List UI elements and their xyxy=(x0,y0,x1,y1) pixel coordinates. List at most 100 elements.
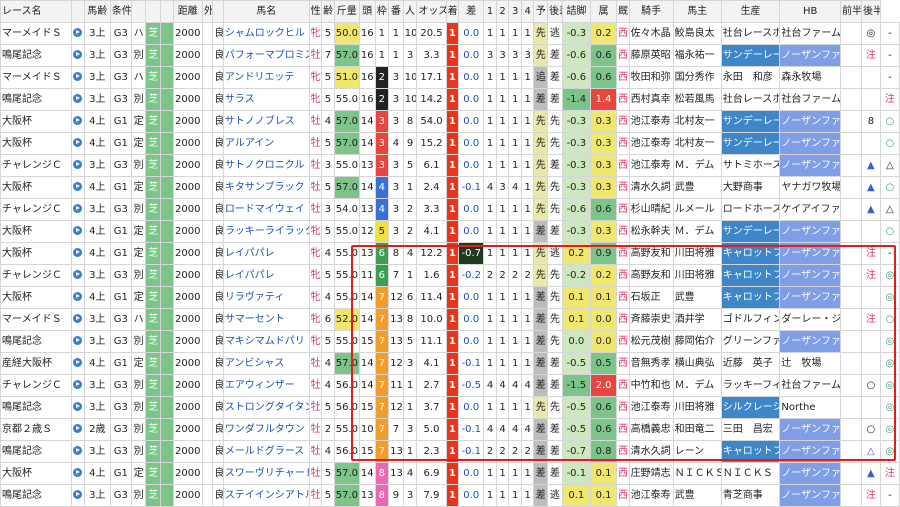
column-header[interactable]: オッズ xyxy=(416,0,447,23)
table-row[interactable]: 鳴尾記念3上G3別芝2000良ステイインシアトル牡557.0138937.910… xyxy=(0,484,900,507)
horse-name-link[interactable]: ロードマイウェイ xyxy=(222,198,310,221)
column-header[interactable]: 予 xyxy=(533,0,549,23)
column-header[interactable]: 外 xyxy=(201,0,214,23)
play-video-icon[interactable] xyxy=(73,50,83,59)
horse-name-link[interactable]: シャムロックヒル xyxy=(222,22,310,45)
horse-name-link[interactable]: レイパパレ xyxy=(222,264,310,287)
column-header[interactable]: 4 xyxy=(520,0,535,23)
horse-name-link[interactable]: スワーヴリチャード xyxy=(222,462,310,485)
table-row[interactable]: 鳴尾記念3上G3別芝2000良サラス牝555.016231014.210.011… xyxy=(0,88,900,111)
horse-name-link[interactable]: ワンダフルタウン xyxy=(222,418,310,441)
table-row[interactable]: チャレンジＣ3上G3別芝2000良ロードマイウェイ牡354.0134323.31… xyxy=(0,198,900,221)
horse-name-link[interactable]: エアウィンザー xyxy=(222,374,310,397)
column-header[interactable]: 馬主 xyxy=(672,0,722,23)
table-row[interactable]: 大阪杯4上G1定芝2000良リラヴァティ牝455.014712611.410.0… xyxy=(0,286,900,309)
table-cell[interactable] xyxy=(71,132,85,155)
column-header[interactable]: 3 xyxy=(508,0,522,23)
play-video-icon[interactable] xyxy=(73,380,83,389)
horse-name-link[interactable]: アンビシャス xyxy=(222,352,310,375)
play-video-icon[interactable] xyxy=(73,358,83,367)
horse-name-link[interactable]: ラッキーライラック xyxy=(222,220,310,243)
column-header[interactable]: 斤量 xyxy=(333,0,360,23)
column-header[interactable] xyxy=(130,0,147,23)
column-header[interactable]: 属 xyxy=(589,0,618,23)
column-header[interactable] xyxy=(71,0,85,23)
column-header[interactable]: 詰脚 xyxy=(561,0,591,23)
play-video-icon[interactable] xyxy=(73,182,83,191)
column-header[interactable]: 着 xyxy=(445,0,460,23)
table-row[interactable]: 大阪杯4上G1定芝2000良サトノノブレス牡457.01433854.010.0… xyxy=(0,110,900,133)
table-row[interactable]: マーメイドＳ 3上G3ハ芝 2000 良アンドリエッテ牝551.016231017.1… xyxy=(0,66,900,89)
table-cell[interactable] xyxy=(71,440,85,463)
table-row[interactable]: マーメイドＳ3上G3ハ芝2000良シャムロックヒル牝550.016111020.… xyxy=(0,22,900,45)
table-row[interactable]: 大阪杯4上G1定芝2000良スワーヴリチャード牡557.01481346.910… xyxy=(0,462,900,485)
play-video-icon[interactable] xyxy=(73,94,83,103)
play-video-icon[interactable] xyxy=(73,292,83,301)
column-header[interactable]: 齢 xyxy=(321,0,335,23)
table-cell[interactable] xyxy=(71,176,85,199)
column-header[interactable]: 厩舎 xyxy=(616,0,630,23)
play-video-icon[interactable] xyxy=(73,490,83,499)
horse-name-link[interactable]: アルアイン xyxy=(222,132,310,155)
horse-name-link[interactable]: レイパパレ xyxy=(222,242,310,265)
table-cell[interactable] xyxy=(71,330,85,353)
table-cell[interactable] xyxy=(71,22,85,45)
horse-name-link[interactable]: ストロングタイタン xyxy=(222,396,310,419)
play-video-icon[interactable] xyxy=(73,226,83,235)
table-row[interactable]: 鳴尾記念3上G3別芝2000良ストロングタイタン牡556.01571213.71… xyxy=(0,396,900,419)
table-row[interactable]: マーメイドＳ3上G3ハ芝2000良サマーセント牝652.014713810.01… xyxy=(0,308,900,331)
horse-name-link[interactable]: パフォーマプロミス xyxy=(222,44,310,67)
table-row[interactable]: 鳴尾記念3上G3別芝2000良パフォーマプロミス牡757.0161133.310… xyxy=(0,44,900,67)
play-video-icon[interactable] xyxy=(73,402,83,411)
horse-name-link[interactable]: サラス xyxy=(222,88,310,111)
table-cell[interactable] xyxy=(71,110,85,133)
table-cell[interactable] xyxy=(71,242,85,265)
table-cell[interactable] xyxy=(71,462,85,485)
horse-name-link[interactable]: メールドグラース xyxy=(222,440,310,463)
column-header[interactable]: 1 xyxy=(483,0,497,23)
column-header[interactable]: 2 xyxy=(495,0,510,23)
play-video-icon[interactable] xyxy=(73,72,83,81)
column-header[interactable]: HB xyxy=(779,0,842,23)
column-header[interactable] xyxy=(160,0,174,23)
play-video-icon[interactable] xyxy=(73,160,83,169)
table-row[interactable]: チャレンジＣ3上G3別芝2000良サトノクロニクル牡355.0133356.11… xyxy=(0,154,900,177)
table-row[interactable]: チャレンジＣ3上G3別芝2000良エアウィンザー牡456.01471112.71… xyxy=(0,374,900,397)
table-cell[interactable] xyxy=(71,352,85,375)
table-cell[interactable] xyxy=(71,484,85,507)
play-video-icon[interactable] xyxy=(73,446,83,455)
table-cell[interactable] xyxy=(71,264,85,287)
table-cell[interactable] xyxy=(71,66,85,89)
play-video-icon[interactable] xyxy=(73,468,83,477)
column-header[interactable]: 枠 xyxy=(374,0,390,23)
column-header[interactable]: 性 xyxy=(308,0,323,23)
play-video-icon[interactable] xyxy=(73,336,83,345)
column-header[interactable]: 距離 xyxy=(172,0,203,23)
column-header[interactable]: 差 xyxy=(458,0,485,23)
play-video-icon[interactable] xyxy=(73,116,83,125)
column-header[interactable]: 馬名 xyxy=(222,0,310,23)
table-cell[interactable] xyxy=(71,198,85,221)
table-cell[interactable] xyxy=(71,396,85,419)
play-video-icon[interactable] xyxy=(73,270,83,279)
play-video-icon[interactable] xyxy=(73,204,83,213)
column-header[interactable]: 馬齢 xyxy=(83,0,111,23)
table-cell[interactable] xyxy=(71,418,85,441)
horse-name-link[interactable]: サマーセント xyxy=(222,308,310,331)
play-video-icon[interactable] xyxy=(73,424,83,433)
table-row[interactable]: 産経大阪杯4上G1定芝2000良アンビシャス牡457.01471234.11-0… xyxy=(0,352,900,375)
column-header[interactable] xyxy=(145,0,162,23)
table-cell[interactable] xyxy=(71,308,85,331)
play-video-icon[interactable] xyxy=(73,314,83,323)
table-row[interactable]: 大阪杯4上G1定芝2000良キタサンブラック牡557.0144312.41-0.… xyxy=(0,176,900,199)
column-header[interactable]: 前半 xyxy=(840,0,862,23)
table-cell[interactable] xyxy=(71,220,85,243)
play-video-icon[interactable] xyxy=(73,138,83,147)
play-video-icon[interactable] xyxy=(73,28,83,37)
table-row[interactable]: 鳴尾記念3上G3別芝2000良マキシマムドパリ牝555.015713511.11… xyxy=(0,330,900,353)
column-header[interactable]: 騎手 xyxy=(628,0,674,23)
column-header[interactable]: 頭 xyxy=(358,0,376,23)
column-header[interactable] xyxy=(212,0,224,23)
table-row[interactable]: 大阪杯4上G1定芝2000良レイパパレ牝455.01368412.21-0.71… xyxy=(0,242,900,265)
column-header[interactable]: 後差 xyxy=(547,0,563,23)
